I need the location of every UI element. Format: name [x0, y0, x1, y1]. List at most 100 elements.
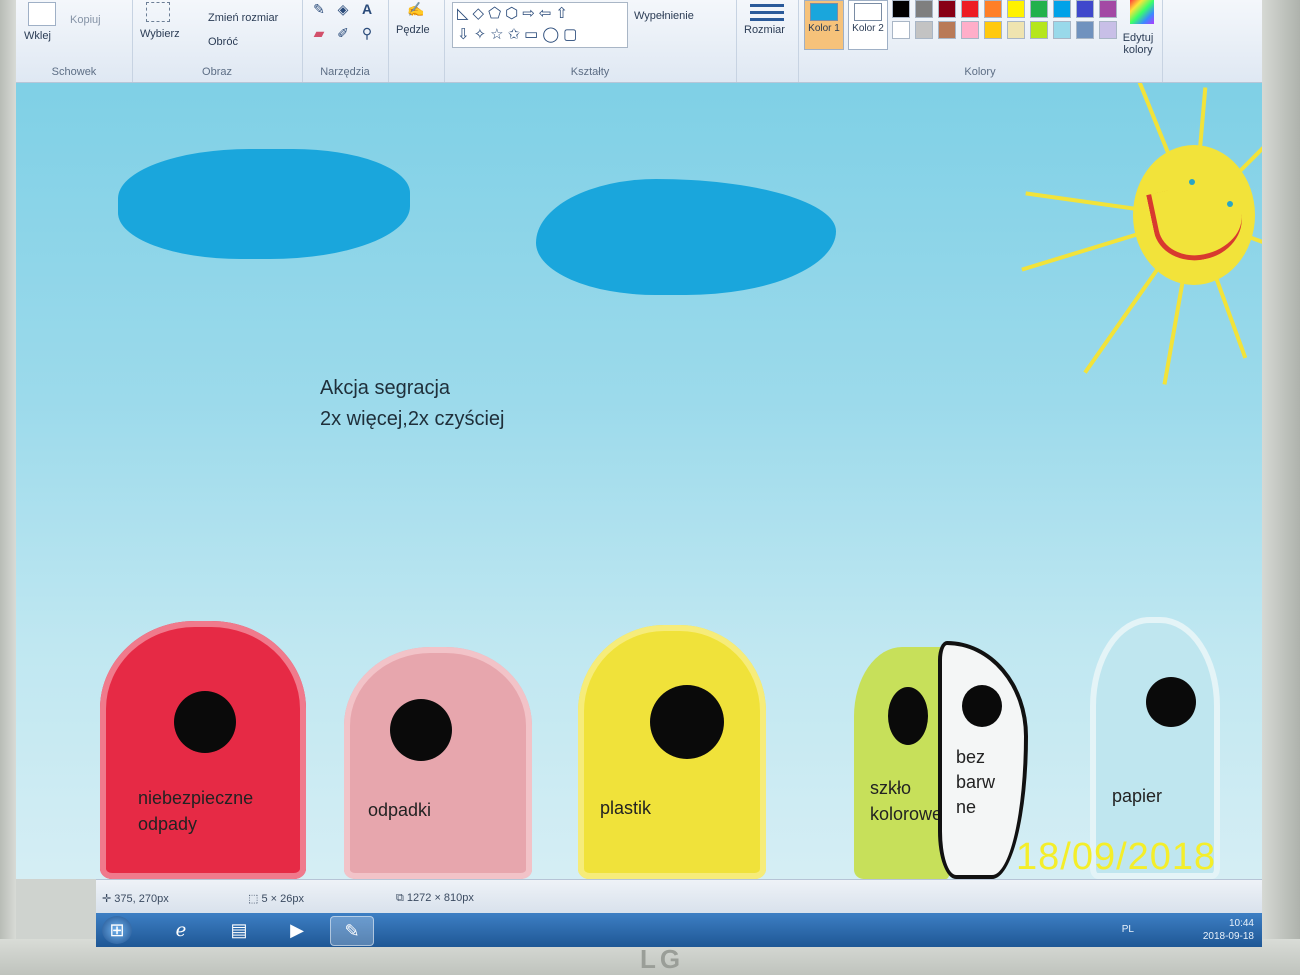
palette-swatch[interactable] — [1053, 0, 1071, 18]
bin-plastic: plastik — [578, 625, 766, 879]
rotate-button[interactable]: Obróć — [208, 36, 238, 48]
palette-swatch[interactable] — [961, 0, 979, 18]
palette-swatch[interactable] — [1076, 0, 1094, 18]
fill-bucket-icon[interactable]: ◈ — [334, 0, 352, 18]
image-size: ⧉ 1272 × 810px — [396, 892, 474, 904]
size-button[interactable]: Rozmiar — [744, 24, 785, 36]
ribbon-group-tools: ✎ ◈ A ▰ ✐ ⚲ Narzędzia — [302, 0, 389, 82]
copy-button[interactable]: Kopiuj — [70, 14, 101, 26]
bin-label-line: szkło — [870, 778, 912, 798]
palette-swatch[interactable] — [1007, 0, 1025, 18]
pencil-icon[interactable]: ✎ — [310, 0, 328, 18]
bin-label-line: barw — [956, 772, 996, 792]
bin-label: papier — [1112, 783, 1162, 809]
bin-colored-glass: szkło kolorowe — [854, 647, 950, 879]
caption-line-2: 2x więcej,2x czyściej — [320, 408, 505, 430]
cloud-left — [118, 149, 410, 259]
language-indicator[interactable]: PL — [1122, 923, 1134, 936]
start-button[interactable]: ⊞ — [102, 916, 132, 944]
shapes-group-label: Kształty — [570, 66, 610, 78]
bin-label: niebezpieczne odpady — [138, 785, 253, 837]
select-icon — [146, 2, 170, 22]
resize-button[interactable]: Zmień rozmiar — [208, 12, 278, 24]
shapes-gallery[interactable]: ◺◇⬠⬡⇨⇦⇧ ⇩✧☆✩▭◯▢ — [452, 2, 628, 48]
tools-group-label: Narzędzia — [320, 66, 370, 78]
media-player-icon[interactable]: ▶ — [276, 916, 318, 944]
edit-colors-icon — [1130, 0, 1154, 24]
palette-swatch[interactable] — [915, 0, 933, 18]
palette-swatch[interactable] — [1099, 21, 1117, 39]
palette-swatch[interactable] — [1030, 21, 1048, 39]
text-tool-icon[interactable]: A — [358, 0, 376, 18]
monitor-bezel-right — [1262, 0, 1300, 975]
image-size-value: 1272 × 810px — [406, 892, 474, 904]
caption-line-1: Akcja segracja — [320, 377, 451, 399]
palette-swatch[interactable] — [915, 21, 933, 39]
sun-smile — [1146, 176, 1249, 269]
file-explorer-icon[interactable]: ▤ — [218, 916, 260, 944]
color-palette — [892, 0, 1122, 60]
clock-time[interactable]: 10:44 — [1203, 917, 1254, 930]
bin-label: odpadki — [368, 797, 431, 823]
bin-hole — [650, 685, 724, 759]
ribbon-group-shapes: ◺◇⬠⬡⇨⇦⇧ ⇩✧☆✩▭◯▢ Wypełnienie Kształty — [444, 0, 737, 82]
selection-size: ⬚ 5 × 26px — [248, 893, 304, 905]
selection-size-value: 5 × 26px — [261, 893, 304, 905]
paste-button[interactable]: Wklej — [24, 30, 51, 42]
paint-taskbar-icon[interactable]: ✎ — [330, 916, 374, 946]
bin-label-line: odpadki — [368, 800, 432, 820]
bin-clear-glass: bez barw ne — [938, 641, 1028, 879]
bin-label-line: plastik — [600, 798, 652, 818]
cursor-position-value: 375, 270px — [114, 893, 169, 905]
system-tray: PL 10:44 2018-09-18 — [1122, 917, 1254, 943]
color2-selector[interactable]: Kolor 2 — [848, 0, 888, 50]
palette-swatch[interactable] — [984, 21, 1002, 39]
palette-swatch[interactable] — [892, 0, 910, 18]
internet-explorer-icon[interactable]: ℯ — [160, 916, 202, 944]
paint-ribbon: Wklej Kopiuj Schowek Wybierz Zmień rozmi… — [16, 0, 1262, 83]
cursor-position: ✛ 375, 270px — [102, 893, 169, 905]
palette-swatch[interactable] — [984, 0, 1002, 18]
ribbon-group-size: Rozmiar — [736, 0, 799, 82]
color-picker-icon[interactable]: ✐ — [334, 24, 352, 42]
palette-swatch[interactable] — [1030, 0, 1048, 18]
color2-label: Kolor 2 — [852, 23, 884, 34]
sun — [1133, 145, 1255, 285]
fill-dropdown[interactable]: Wypełnienie — [634, 10, 694, 22]
bin-hole — [962, 685, 1002, 727]
bin-label: szkło kolorowe — [870, 775, 942, 827]
bin-label: bez barw ne — [956, 745, 995, 820]
bin-hazardous: niebezpieczne odpady — [100, 621, 306, 879]
paint-canvas[interactable]: Akcja segracja 2x więcej,2x czyściej nie… — [16, 83, 1262, 879]
bin-hole — [390, 699, 452, 761]
status-bar: ✛ 375, 270px ⬚ 5 × 26px ⧉ 1272 × 810px — [96, 879, 1262, 914]
clock-date[interactable]: 2018-09-18 — [1203, 930, 1254, 943]
magnifier-icon[interactable]: ⚲ — [358, 24, 376, 42]
bin-label: plastik — [600, 795, 651, 821]
image-group-label: Obraz — [202, 66, 232, 78]
palette-swatch[interactable] — [961, 21, 979, 39]
ribbon-group-colors: Kolor 1 Kolor 2 Edytuj kolory Kolory — [798, 0, 1163, 82]
eraser-icon[interactable]: ▰ — [310, 24, 328, 42]
color1-selector[interactable]: Kolor 1 — [804, 0, 844, 50]
photo-datestamp: 18/09/2018 — [1016, 836, 1217, 878]
color1-swatch — [810, 3, 838, 21]
palette-swatch[interactable] — [1007, 21, 1025, 39]
bin-label-line: papier — [1112, 786, 1163, 806]
bin-label-line: niebezpieczne — [138, 788, 254, 808]
bin-label-line: ne — [956, 797, 977, 817]
palette-swatch[interactable] — [1053, 21, 1071, 39]
palette-swatch[interactable] — [1076, 21, 1094, 39]
ribbon-group-brushes: ✍ Pędzle — [388, 0, 445, 82]
palette-swatch[interactable] — [938, 21, 956, 39]
canvas-caption: Akcja segracja 2x więcej,2x czyściej — [320, 373, 505, 435]
palette-swatch[interactable] — [892, 21, 910, 39]
edit-colors-button[interactable]: Edytuj kolory — [1118, 32, 1158, 56]
palette-swatch[interactable] — [938, 0, 956, 18]
palette-swatch[interactable] — [1099, 0, 1117, 18]
bin-label-line: kolorowe — [870, 804, 943, 824]
select-button[interactable]: Wybierz — [140, 28, 180, 40]
brushes-button[interactable]: Pędzle — [396, 24, 430, 36]
bin-hole — [1146, 677, 1196, 727]
windows-taskbar: ⊞ ℯ ▤ ▶ ✎ PL 10:44 2018-09-18 — [96, 913, 1262, 947]
